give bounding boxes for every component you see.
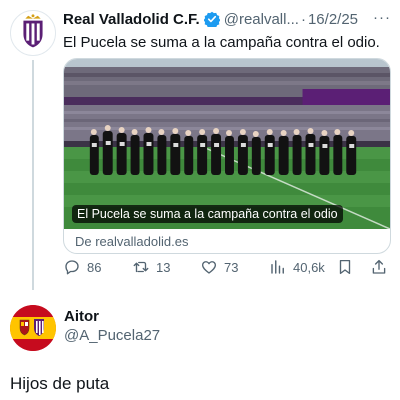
bookmark-button[interactable]: [336, 258, 360, 276]
reply-text: Hijos de puta: [10, 374, 110, 393]
card-source-link[interactable]: De realvalladolid.es: [75, 234, 188, 249]
like-button[interactable]: 73: [200, 258, 238, 276]
like-count: 73: [224, 259, 239, 275]
author-handle[interactable]: @realvall...: [224, 11, 299, 28]
card-caption: El Pucela se suma a la campaña contra el…: [72, 205, 343, 223]
reply-author-name[interactable]: Aitor: [64, 308, 99, 325]
bookmark-icon: [339, 259, 351, 275]
thread-line: [32, 60, 34, 290]
tweet-text: El Pucela se suma a la campaña contra el…: [63, 34, 380, 51]
link-card[interactable]: El Pucela se suma a la campaña contra el…: [63, 58, 391, 254]
retweet-button[interactable]: 13: [132, 258, 170, 276]
club-avatar[interactable]: [10, 10, 56, 56]
club-crest-icon: [11, 11, 55, 55]
reply-button[interactable]: 86: [63, 258, 101, 276]
tweet[interactable]: Real Valladolid C.F. @realvall... · 16/2…: [0, 0, 400, 290]
tweet-actions: 86 13 73 40,6k: [63, 258, 395, 278]
reply-count: 86: [87, 259, 102, 275]
retweet-count: 13: [156, 259, 171, 275]
tweet-header: Real Valladolid C.F. @realvall... · 16/2…: [63, 9, 393, 29]
views-button[interactable]: 40,6k: [269, 258, 325, 276]
reply-icon: [65, 260, 79, 275]
retweet-icon: [133, 261, 149, 273]
verified-badge-icon: [203, 11, 221, 29]
card-image: [64, 59, 390, 229]
tweet-date[interactable]: 16/2/25: [308, 11, 358, 28]
share-button[interactable]: [370, 258, 394, 276]
views-count: 40,6k: [293, 259, 325, 275]
author-name[interactable]: Real Valladolid C.F.: [63, 11, 200, 28]
heart-icon: [201, 261, 217, 274]
reply-author-handle[interactable]: @A_Pucela27: [64, 327, 160, 344]
spain-flag-avatar-icon: [10, 305, 56, 351]
share-icon: [372, 259, 386, 274]
reply-avatar[interactable]: [10, 305, 56, 351]
header-separator: ·: [300, 10, 306, 28]
views-icon: [271, 260, 284, 274]
more-options-icon[interactable]: ···: [373, 9, 391, 26]
